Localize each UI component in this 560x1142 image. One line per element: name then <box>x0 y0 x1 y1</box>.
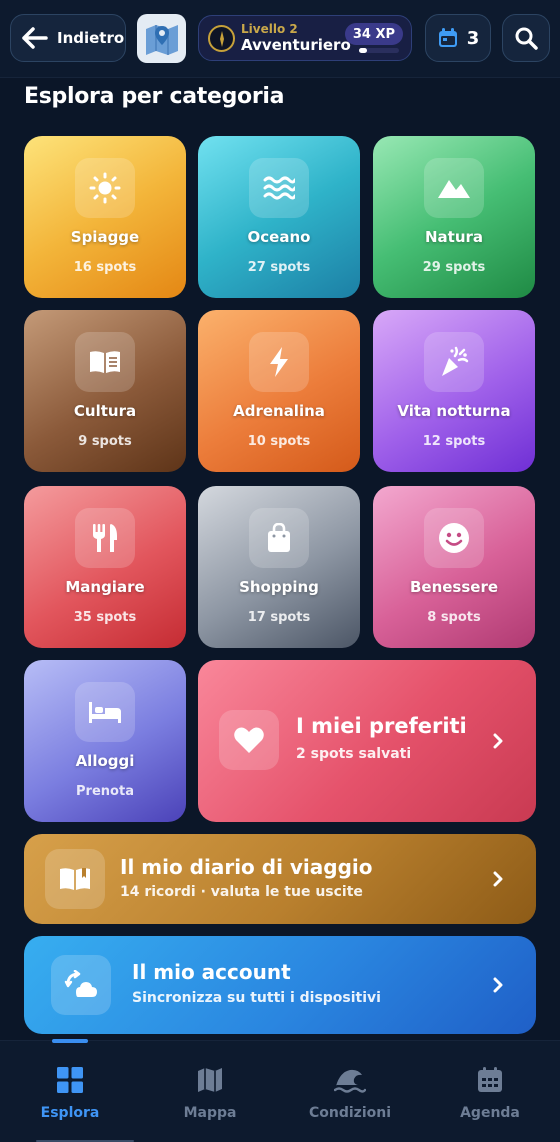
category-adrenalina[interactable]: Adrenalina 10 spots <box>198 310 360 472</box>
book-open-icon <box>75 332 135 392</box>
nav-label: Condizioni <box>308 1105 391 1121</box>
account-subtitle: Sincronizza su tutti i dispositivi <box>132 990 381 1006</box>
agenda-count-button[interactable]: 3 <box>425 14 491 62</box>
grid-icon <box>57 1067 83 1093</box>
nav-tab-esplora[interactable]: Esplora <box>10 1065 130 1121</box>
account-card[interactable]: Il mio account Sincronizza su tutti i di… <box>24 936 536 1034</box>
nav-tab-agenda[interactable]: Agenda <box>430 1065 550 1121</box>
map-icon <box>198 1068 222 1092</box>
category-count: 17 spots <box>247 610 311 625</box>
category-count: 16 spots <box>73 260 137 275</box>
mountain-icon <box>424 158 484 218</box>
waves-icon <box>249 158 309 218</box>
category-count: Prenota <box>76 784 134 799</box>
arrow-left-icon <box>22 27 48 49</box>
category-oceano[interactable]: Oceano 27 spots <box>198 136 360 298</box>
category-count: 35 spots <box>73 610 137 625</box>
favorites-title: I miei preferiti <box>296 714 467 738</box>
favorites-subtitle: 2 spots salvati <box>296 746 412 762</box>
compass-icon <box>208 25 235 52</box>
category-count: 29 spots <box>422 260 486 275</box>
category-count: 8 spots <box>427 610 481 625</box>
back-label: Indietro <box>57 29 125 47</box>
shopping-bag-icon <box>249 508 309 568</box>
nav-label: Mappa <box>183 1105 237 1121</box>
bottom-navigation: Esplora Mappa Condizioni Agenda <box>0 1039 560 1142</box>
category-natura[interactable]: Natura 29 spots <box>373 136 535 298</box>
category-name: Benessere <box>409 578 499 596</box>
category-count: 10 spots <box>247 434 311 449</box>
xp-progress-fill <box>359 48 367 53</box>
cloud-sync-icon <box>51 955 111 1015</box>
smile-icon <box>424 508 484 568</box>
favorites-card[interactable]: I miei preferiti 2 spots salvati <box>198 660 536 822</box>
xp-progress-bar <box>359 48 399 53</box>
top-bar: Indietro Livello 2 Avventuriero 34 XP 3 <box>0 0 560 78</box>
back-button[interactable]: Indietro <box>10 14 126 62</box>
nav-label: Agenda <box>460 1105 520 1121</box>
category-name: Oceano <box>247 228 311 246</box>
category-name: Spiagge <box>70 228 140 246</box>
heart-icon <box>219 710 279 770</box>
category-name: Cultura <box>73 402 137 420</box>
agenda-count: 3 <box>466 27 480 49</box>
travel-diary-card[interactable]: Il mio diario di viaggio 14 ricordi · va… <box>24 834 536 924</box>
calendar-icon <box>478 1067 502 1092</box>
category-name: Natura <box>424 228 484 246</box>
bed-icon <box>75 682 135 742</box>
search-icon <box>515 27 538 50</box>
chevron-right-icon <box>493 733 503 749</box>
chevron-right-icon <box>493 977 503 993</box>
category-vita-notturna[interactable]: Vita notturna 12 spots <box>373 310 535 472</box>
active-tab-indicator <box>52 1039 88 1043</box>
nav-tab-mappa[interactable]: Mappa <box>150 1065 270 1121</box>
search-button[interactable] <box>502 14 550 62</box>
utensils-icon <box>75 508 135 568</box>
category-count: 27 spots <box>247 260 311 275</box>
category-alloggi[interactable]: Alloggi Prenota <box>24 660 186 822</box>
party-icon <box>424 332 484 392</box>
bolt-icon <box>249 332 309 392</box>
level-badge[interactable]: Livello 2 Avventuriero 34 XP <box>198 15 412 61</box>
category-spiagge[interactable]: Spiagge 16 spots <box>24 136 186 298</box>
nav-tab-condizioni[interactable]: Condizioni <box>290 1065 410 1121</box>
diary-title: Il mio diario di viaggio <box>120 855 373 879</box>
category-name: Shopping <box>239 578 319 596</box>
book-open-icon <box>45 849 105 909</box>
diary-subtitle: 14 ricordi · valuta le tue uscite <box>120 884 363 900</box>
category-mangiare[interactable]: Mangiare 35 spots <box>24 486 186 648</box>
category-shopping[interactable]: Shopping 17 spots <box>198 486 360 648</box>
category-benessere[interactable]: Benessere 8 spots <box>373 486 535 648</box>
calendar-icon <box>438 28 457 47</box>
xp-badge: 34 XP <box>344 23 403 45</box>
sun-icon <box>75 158 135 218</box>
section-title: Esplora per categoria <box>24 84 285 109</box>
nav-label: Esplora <box>40 1105 100 1121</box>
category-cultura[interactable]: Cultura 9 spots <box>24 310 186 472</box>
category-name: Adrenalina <box>233 402 325 420</box>
map-logo-button[interactable] <box>137 14 186 63</box>
wave-icon <box>334 1069 366 1093</box>
category-name: Mangiare <box>65 578 145 596</box>
category-count: 9 spots <box>78 434 132 449</box>
map-pin-icon <box>145 24 178 55</box>
category-count: 12 spots <box>422 434 486 449</box>
level-number: Livello 2 <box>241 22 298 36</box>
account-title: Il mio account <box>132 960 291 984</box>
category-name: Vita notturna <box>397 402 511 420</box>
chevron-right-icon <box>493 871 503 887</box>
level-title: Avventuriero <box>241 36 351 54</box>
category-name: Alloggi <box>75 752 135 770</box>
